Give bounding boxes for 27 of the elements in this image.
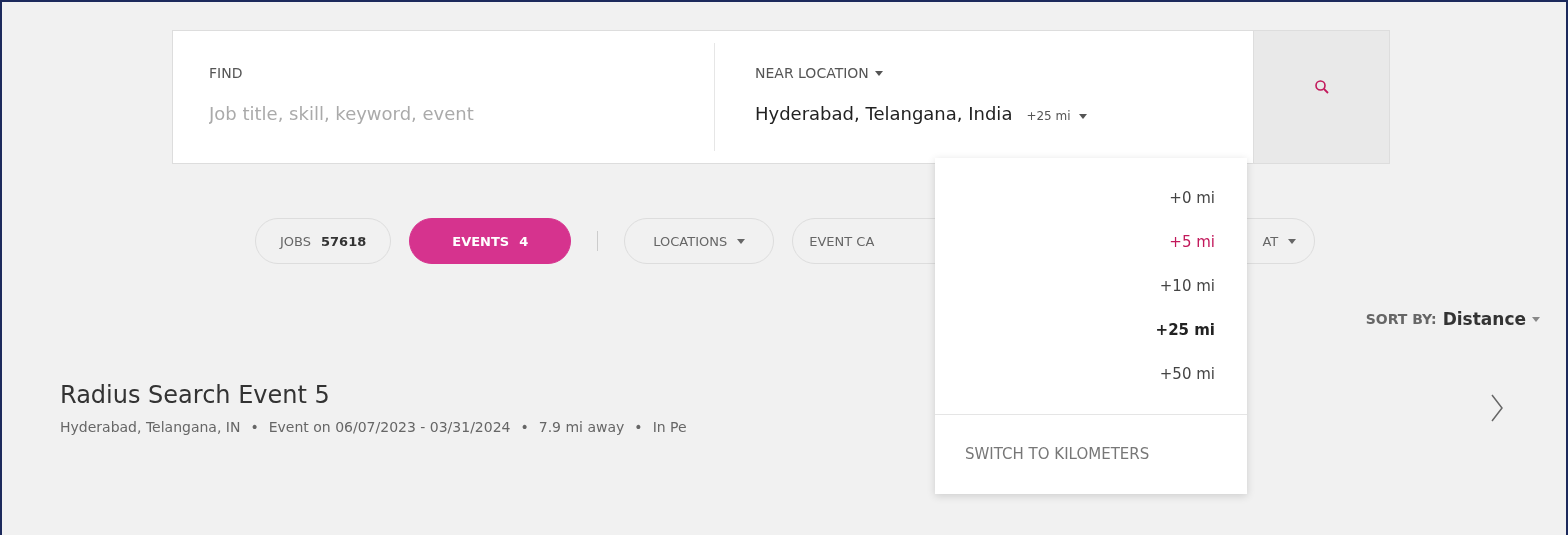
caret-icon [874,70,883,76]
radius-option[interactable]: +5 mi [1169,232,1215,252]
event-meta: 7.9 mi away [538,419,625,435]
filter-tab[interactable]: JOBS 57618 [255,218,392,264]
bullet-separator: • [250,419,259,435]
radius-option[interactable]: +10 mi [1159,276,1215,296]
find-label: FIND [209,65,244,81]
event-meta: Event on 06/07/2023 - 03/31/2024 [268,419,511,435]
switch-units-link[interactable]: SWITCH TO KILOMETERS [935,415,1247,463]
radius-option[interactable]: +25 mi [1155,320,1215,340]
search-icon [1313,79,1330,95]
radius-option[interactable]: +0 mi [1169,188,1215,208]
bullet-separator: • [634,419,643,435]
radius-select[interactable]: +25 mi [1026,109,1087,123]
bullet-separator: • [520,419,529,435]
event-meta: In Pe [652,419,687,435]
chevron-right-icon[interactable] [1490,393,1504,423]
filter-tab[interactable]: EVENTS 4 [409,218,572,264]
filter-dropdown[interactable]: LOCATIONS [624,218,775,264]
caret-icon [1532,316,1540,322]
radius-option[interactable]: +50 mi [1159,364,1215,384]
event-title[interactable]: Radius Search Event 5 [60,381,687,409]
event-meta: Hyderabad, Telangana, IN [60,419,241,435]
location-value[interactable]: Hyderabad, Telangana, India [755,103,1013,124]
caret-icon [1078,113,1087,119]
location-label[interactable]: NEAR LOCATION [755,65,1253,81]
sort-dropdown[interactable]: SORT BY: Distance [1365,309,1540,329]
